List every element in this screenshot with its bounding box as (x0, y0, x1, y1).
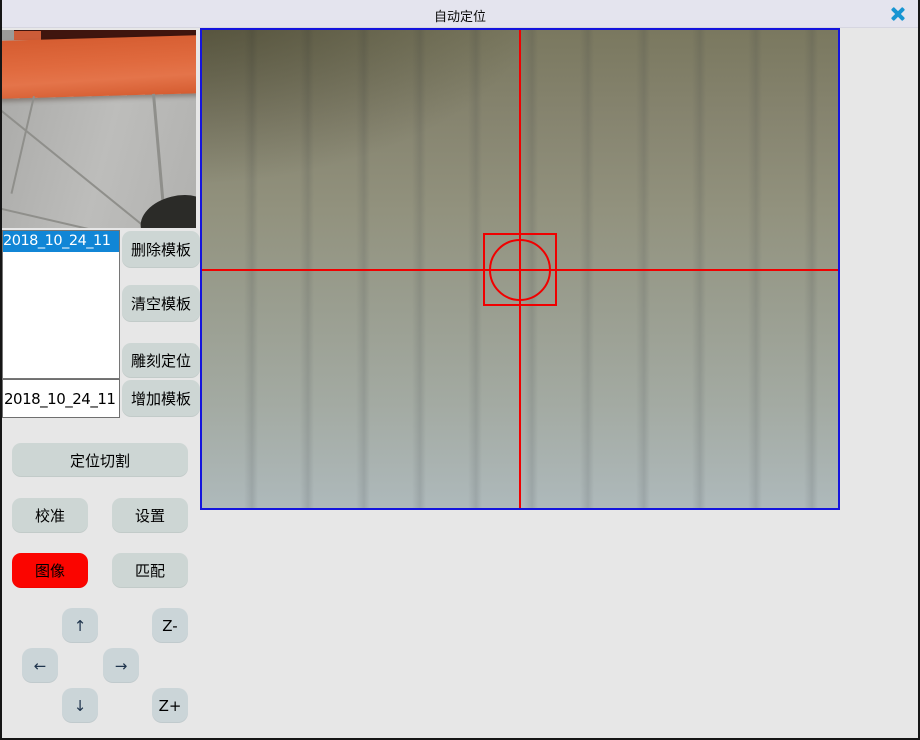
camera-viewport (200, 28, 840, 510)
jog-z-minus-button[interactable]: Z- (152, 608, 188, 643)
template-name-input[interactable] (2, 379, 120, 418)
roi-circle-marker (489, 239, 551, 301)
jog-right-button[interactable]: → (103, 648, 139, 683)
thumbnail-tile-line (2, 110, 150, 228)
template-list[interactable]: 2018_10_24_11 (2, 230, 120, 379)
jog-left-button[interactable]: ← (22, 648, 58, 683)
delete-template-button[interactable]: 删除模板 (122, 231, 200, 268)
thumbnail-tile-line (11, 96, 35, 194)
template-thumbnail-preview (2, 30, 196, 228)
thumbnail-orange-patch (14, 31, 41, 40)
image-mode-button[interactable]: 图像 (12, 553, 88, 588)
engrave-position-button[interactable]: 雕刻定位 (122, 343, 200, 378)
jog-up-button[interactable]: ↑ (62, 608, 98, 643)
close-button[interactable] (890, 7, 905, 21)
thumbnail-orange-beam (2, 35, 196, 99)
clear-templates-button[interactable]: 清空模板 (122, 285, 200, 322)
settings-button[interactable]: 设置 (112, 498, 188, 533)
match-button[interactable]: 匹配 (112, 553, 188, 588)
auto-position-dialog: 自动定位 2018_10_24_11 删除模板 清空模板 雕刻定位 (2, 0, 918, 738)
calibrate-button[interactable]: 校准 (12, 498, 88, 533)
dialog-title: 自动定位 (2, 6, 918, 25)
template-list-item-selected[interactable]: 2018_10_24_11 (3, 231, 119, 252)
position-cut-button[interactable]: 定位切割 (12, 443, 188, 477)
jog-z-plus-button[interactable]: Z+ (152, 688, 188, 723)
jog-down-button[interactable]: ↓ (62, 688, 98, 723)
thumbnail-tile-line (2, 208, 90, 228)
titlebar: 自动定位 (2, 0, 918, 28)
dialog-window-frame: 自动定位 2018_10_24_11 删除模板 清空模板 雕刻定位 (0, 0, 920, 740)
thumbnail-dark-object (135, 188, 196, 228)
thumbnail-grey-patch (2, 30, 14, 40)
add-template-button[interactable]: 增加模板 (122, 380, 200, 417)
